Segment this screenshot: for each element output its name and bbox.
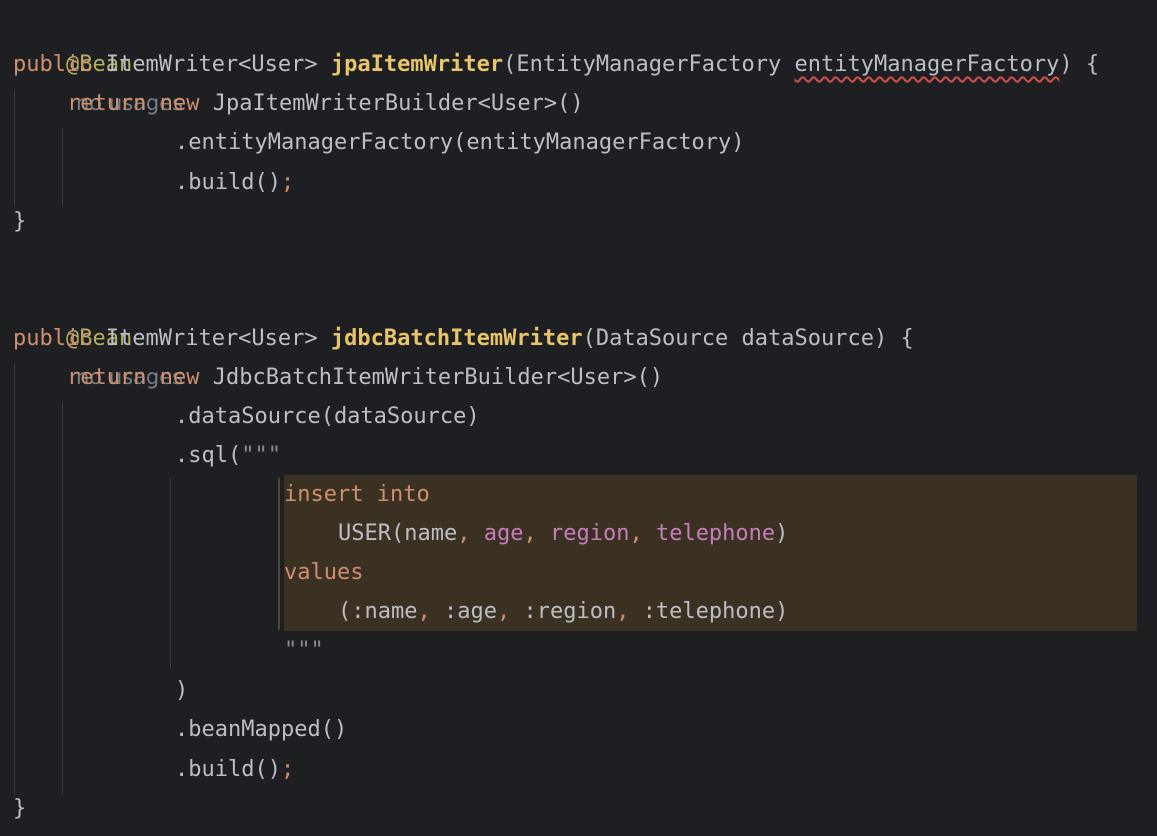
params: (DataSource dataSource) { <box>582 326 914 351</box>
keyword: new <box>159 365 200 390</box>
code-line[interactable]: } <box>13 789 26 828</box>
chained-call: .build() <box>175 170 281 195</box>
chained-call: .sql( <box>175 443 242 468</box>
paren: ) <box>175 678 189 703</box>
indent-guide <box>62 128 63 206</box>
code-line[interactable]: public ItemWriter<User> jpaItemWriter(En… <box>13 45 1099 84</box>
return-type: ItemWriter<User> <box>105 326 318 351</box>
code-line[interactable]: .build(); <box>175 163 294 202</box>
sql-column: telephone <box>655 521 776 546</box>
indent-guide <box>170 478 171 668</box>
chained-call: .build() <box>175 757 281 782</box>
sql-table: USER(name <box>338 521 458 546</box>
chained-call: .entityManagerFactory(entityManagerFacto… <box>175 130 745 155</box>
sql-column: age <box>483 521 524 546</box>
code-line[interactable]: """ <box>284 631 324 670</box>
comma: , <box>629 521 643 546</box>
code-line[interactable]: public ItemWriter<User> jdbcBatchItemWri… <box>13 319 914 358</box>
param-type: EntityManagerFactory <box>516 52 782 77</box>
code-line[interactable]: } <box>13 202 26 241</box>
code-line[interactable]: .sql(""" <box>175 436 281 475</box>
sql-param: :region <box>523 599 617 624</box>
keyword: public <box>13 52 93 77</box>
method-name[interactable]: jpaItemWriter <box>331 52 503 77</box>
semicolon: ; <box>280 170 295 195</box>
code-line[interactable]: insert into <box>284 475 430 514</box>
code-line[interactable]: .entityManagerFactory(entityManagerFacto… <box>175 123 745 162</box>
comma: , <box>417 599 431 624</box>
closing-brace: } <box>13 209 27 234</box>
semicolon: ; <box>280 757 295 782</box>
code-line[interactable]: @Bean no usages <box>13 6 183 115</box>
code-line[interactable]: ) <box>175 671 188 710</box>
sql-gutter-bar <box>278 478 280 630</box>
method-name[interactable]: jdbcBatchItemWriter <box>331 326 583 351</box>
sql-column: region <box>549 521 630 546</box>
comma: , <box>496 599 511 624</box>
keyword: public <box>13 326 93 351</box>
sql-keyword: insert into <box>284 482 430 507</box>
indent-guide <box>62 402 63 794</box>
text-block-quote: """ <box>284 638 324 663</box>
code-line[interactable]: .beanMapped() <box>175 710 347 749</box>
keyword: return <box>67 91 147 116</box>
return-type: ItemWriter<User> <box>105 52 318 77</box>
code-line[interactable]: (:name, :age, :region, :telephone) <box>338 592 788 631</box>
keyword: return <box>67 365 147 390</box>
chained-call: .beanMapped() <box>175 717 348 742</box>
code-line[interactable]: return new JdbcBatchItemWriterBuilder<Us… <box>67 358 663 397</box>
code-line[interactable]: .build(); <box>175 750 294 789</box>
chained-call: .dataSource(dataSource) <box>175 404 480 429</box>
code-line[interactable]: .dataSource(dataSource) <box>175 397 480 436</box>
sql-param: (:name <box>338 599 418 624</box>
code-line[interactable]: @Bean no usages <box>13 280 183 389</box>
code-line[interactable]: return new JpaItemWriterBuilder<User>() <box>67 84 584 123</box>
text-block-quote: """ <box>241 443 281 468</box>
comma: , <box>616 599 630 624</box>
builder-call: JdbcBatchItemWriterBuilder<User>() <box>212 365 664 390</box>
sql-keyword: values <box>284 560 364 585</box>
comma: , <box>457 521 471 546</box>
comma: , <box>523 521 537 546</box>
closing-brace: } <box>13 796 27 821</box>
sql-param: :age <box>443 599 497 624</box>
builder-call: JpaItemWriterBuilder<User>() <box>212 91 584 116</box>
code-editor[interactable]: @Bean no usages public ItemWriter<User> … <box>0 0 1157 836</box>
param-name-warning[interactable]: entityManagerFactory <box>795 52 1060 77</box>
paren: ) <box>775 521 789 546</box>
paren: ( <box>503 52 517 77</box>
paren-brace: ) { <box>1059 52 1100 77</box>
keyword: new <box>159 91 200 116</box>
code-line[interactable]: USER(name, age, region, telephone) <box>338 514 788 553</box>
code-line[interactable]: values <box>284 553 363 592</box>
sql-param: :telephone) <box>642 599 789 624</box>
